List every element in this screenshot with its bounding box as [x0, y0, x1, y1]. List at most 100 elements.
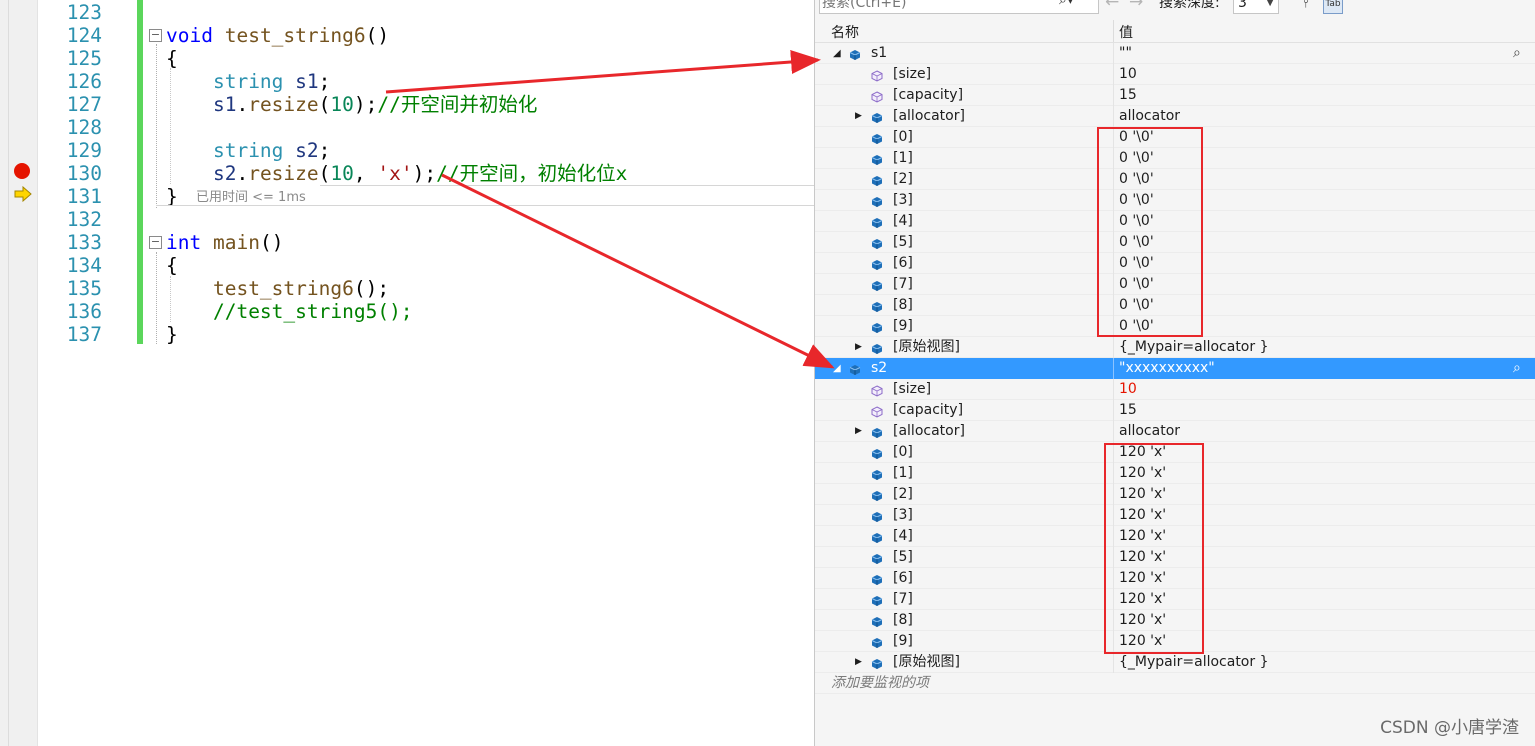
search-icon[interactable]: ⌕▾	[1059, 0, 1074, 8]
code-line[interactable]: 137}	[0, 323, 814, 346]
column-value-header[interactable]: 值	[1119, 22, 1133, 42]
search-depth-select[interactable]: 3 ▼	[1233, 0, 1279, 14]
watch-value[interactable]: ""	[1119, 43, 1132, 64]
pin-icon[interactable]: ⫯	[1297, 0, 1315, 12]
watch-name[interactable]: s2	[871, 358, 887, 379]
watch-value[interactable]: 15	[1119, 85, 1137, 106]
watch-value[interactable]: allocator	[1119, 106, 1180, 127]
code-line[interactable]: 124 − void test_string6()	[0, 24, 814, 47]
code-line[interactable]: 128	[0, 116, 814, 139]
watch-name[interactable]: [9]	[893, 316, 913, 337]
watch-name[interactable]: [7]	[893, 274, 913, 295]
code-line[interactable]: 127 s1.resize(10);//开空间并初始化	[0, 93, 814, 116]
fold-guide	[156, 44, 158, 208]
watch-value[interactable]: 10	[1119, 64, 1137, 85]
watch-name[interactable]: [6]	[893, 253, 913, 274]
expand-arrow-icon[interactable]: ▶	[855, 106, 862, 127]
add-watch-row[interactable]: 添加要监视的项	[815, 673, 1535, 694]
watch-name[interactable]: [1]	[893, 463, 913, 484]
watch-row[interactable]: ▶ [allocator] allocator	[815, 106, 1535, 127]
collapse-toggle-icon[interactable]: −	[149, 236, 162, 249]
watch-row[interactable]: [size] 10	[815, 64, 1535, 85]
code-line[interactable]: 135 test_string6();	[0, 277, 814, 300]
column-separator[interactable]	[1113, 20, 1114, 42]
search-back-icon[interactable]: ←	[1105, 0, 1119, 12]
watch-name[interactable]: [allocator]	[893, 421, 965, 442]
collapse-arrow-icon[interactable]: ◢	[833, 358, 841, 379]
column-divider	[1113, 85, 1114, 106]
visualizer-magnifier-icon[interactable]: ⌕	[1513, 43, 1521, 64]
watch-name[interactable]: [8]	[893, 610, 913, 631]
watch-name[interactable]: 添加要监视的项	[831, 673, 929, 694]
watch-name[interactable]: [capacity]	[893, 400, 963, 421]
watch-row[interactable]: ▶ [原始视图] {_Mypair=allocator }	[815, 337, 1535, 358]
variable-icon	[871, 215, 883, 228]
watch-name[interactable]: [1]	[893, 148, 913, 169]
collapse-toggle-icon[interactable]: −	[149, 29, 162, 42]
code-line[interactable]: 134 {	[0, 254, 814, 277]
watch-value[interactable]: "xxxxxxxxxx"	[1119, 358, 1215, 379]
code-line[interactable]: 126 string s1;	[0, 70, 814, 93]
watch-value[interactable]: 15	[1119, 400, 1137, 421]
watch-name[interactable]: [7]	[893, 589, 913, 610]
watch-name[interactable]: [0]	[893, 127, 913, 148]
watch-name[interactable]: [size]	[893, 379, 931, 400]
watch-name[interactable]: [2]	[893, 169, 913, 190]
code-token: .	[236, 93, 249, 116]
code-line[interactable]: 123	[0, 1, 814, 24]
watch-name[interactable]: [2]	[893, 484, 913, 505]
watch-name[interactable]: [5]	[893, 232, 913, 253]
column-name-header[interactable]: 名称	[831, 22, 859, 42]
expand-arrow-icon[interactable]: ▶	[855, 421, 862, 442]
watch-name[interactable]: [原始视图]	[893, 652, 960, 673]
watch-name[interactable]: [9]	[893, 631, 913, 652]
code-line[interactable]: 132	[0, 208, 814, 231]
watch-row[interactable]: ▶ [原始视图] {_Mypair=allocator }	[815, 652, 1535, 673]
watch-name[interactable]: [原始视图]	[893, 337, 960, 358]
watch-name[interactable]: s1	[871, 43, 887, 64]
watch-row[interactable]: ◢ s2 "xxxxxxxxxx" ⌕	[815, 358, 1535, 379]
watch-name[interactable]: [3]	[893, 190, 913, 211]
watch-row[interactable]: ◢ s1 "" ⌕	[815, 43, 1535, 64]
expand-arrow-icon[interactable]: ▶	[855, 652, 862, 673]
expand-arrow-icon[interactable]: ▶	[855, 337, 862, 358]
tab-icon[interactable]: Tab	[1323, 0, 1343, 14]
search-input[interactable]: 搜索(Ctrl+E)	[819, 0, 1099, 14]
column-divider	[1113, 337, 1114, 358]
watch-name[interactable]: [6]	[893, 568, 913, 589]
watch-name[interactable]: [allocator]	[893, 106, 965, 127]
watch-value[interactable]: {_Mypair=allocator }	[1119, 652, 1268, 673]
code-line[interactable]: 125 {	[0, 47, 814, 70]
watch-row[interactable]: ▶ [allocator] allocator	[815, 421, 1535, 442]
watch-name[interactable]: [capacity]	[893, 85, 963, 106]
perf-tip-elapsed[interactable]: 已用时间 <= 1ms	[196, 186, 306, 205]
code-text: void test_string6()	[166, 24, 389, 47]
search-forward-icon[interactable]: →	[1129, 0, 1143, 12]
watch-value[interactable]: allocator	[1119, 421, 1180, 442]
watch-value[interactable]: 10	[1119, 379, 1137, 400]
line-number: 136	[66, 300, 102, 323]
watch-name[interactable]: [4]	[893, 211, 913, 232]
watch-row[interactable]: [capacity] 15	[815, 85, 1535, 106]
visualizer-magnifier-icon[interactable]: ⌕	[1513, 358, 1521, 379]
code-line[interactable]: 130 s2.resize(10, 'x');//开空间，初始化位x	[0, 162, 814, 185]
code-line[interactable]: 133 − int main()	[0, 231, 814, 254]
watch-name[interactable]: [0]	[893, 442, 913, 463]
code-editor[interactable]: 123 124− void test_string6() 125{126 string…	[0, 0, 814, 746]
watch-name[interactable]: [3]	[893, 505, 913, 526]
watch-name[interactable]: [4]	[893, 526, 913, 547]
watch-row[interactable]: [capacity] 15	[815, 400, 1535, 421]
watch-name[interactable]: [5]	[893, 547, 913, 568]
code-token: s2	[212, 162, 237, 185]
watch-row[interactable]: [size] 10	[815, 379, 1535, 400]
collapse-arrow-icon[interactable]: ◢	[833, 43, 841, 64]
watch-value[interactable]: {_Mypair=allocator }	[1119, 337, 1268, 358]
code-text: string s1;	[166, 70, 330, 93]
watch-name[interactable]: [size]	[893, 64, 931, 85]
code-line[interactable]: 136 //test_string5();	[0, 300, 814, 323]
watch-window[interactable]: 搜索(Ctrl+E) ⌕▾ ← → 搜索深度: 3 ▼ ⫯ Tab 名称 值 ◢…	[814, 0, 1535, 746]
watch-name[interactable]: [8]	[893, 295, 913, 316]
code-line[interactable]: 129 string s2;	[0, 139, 814, 162]
